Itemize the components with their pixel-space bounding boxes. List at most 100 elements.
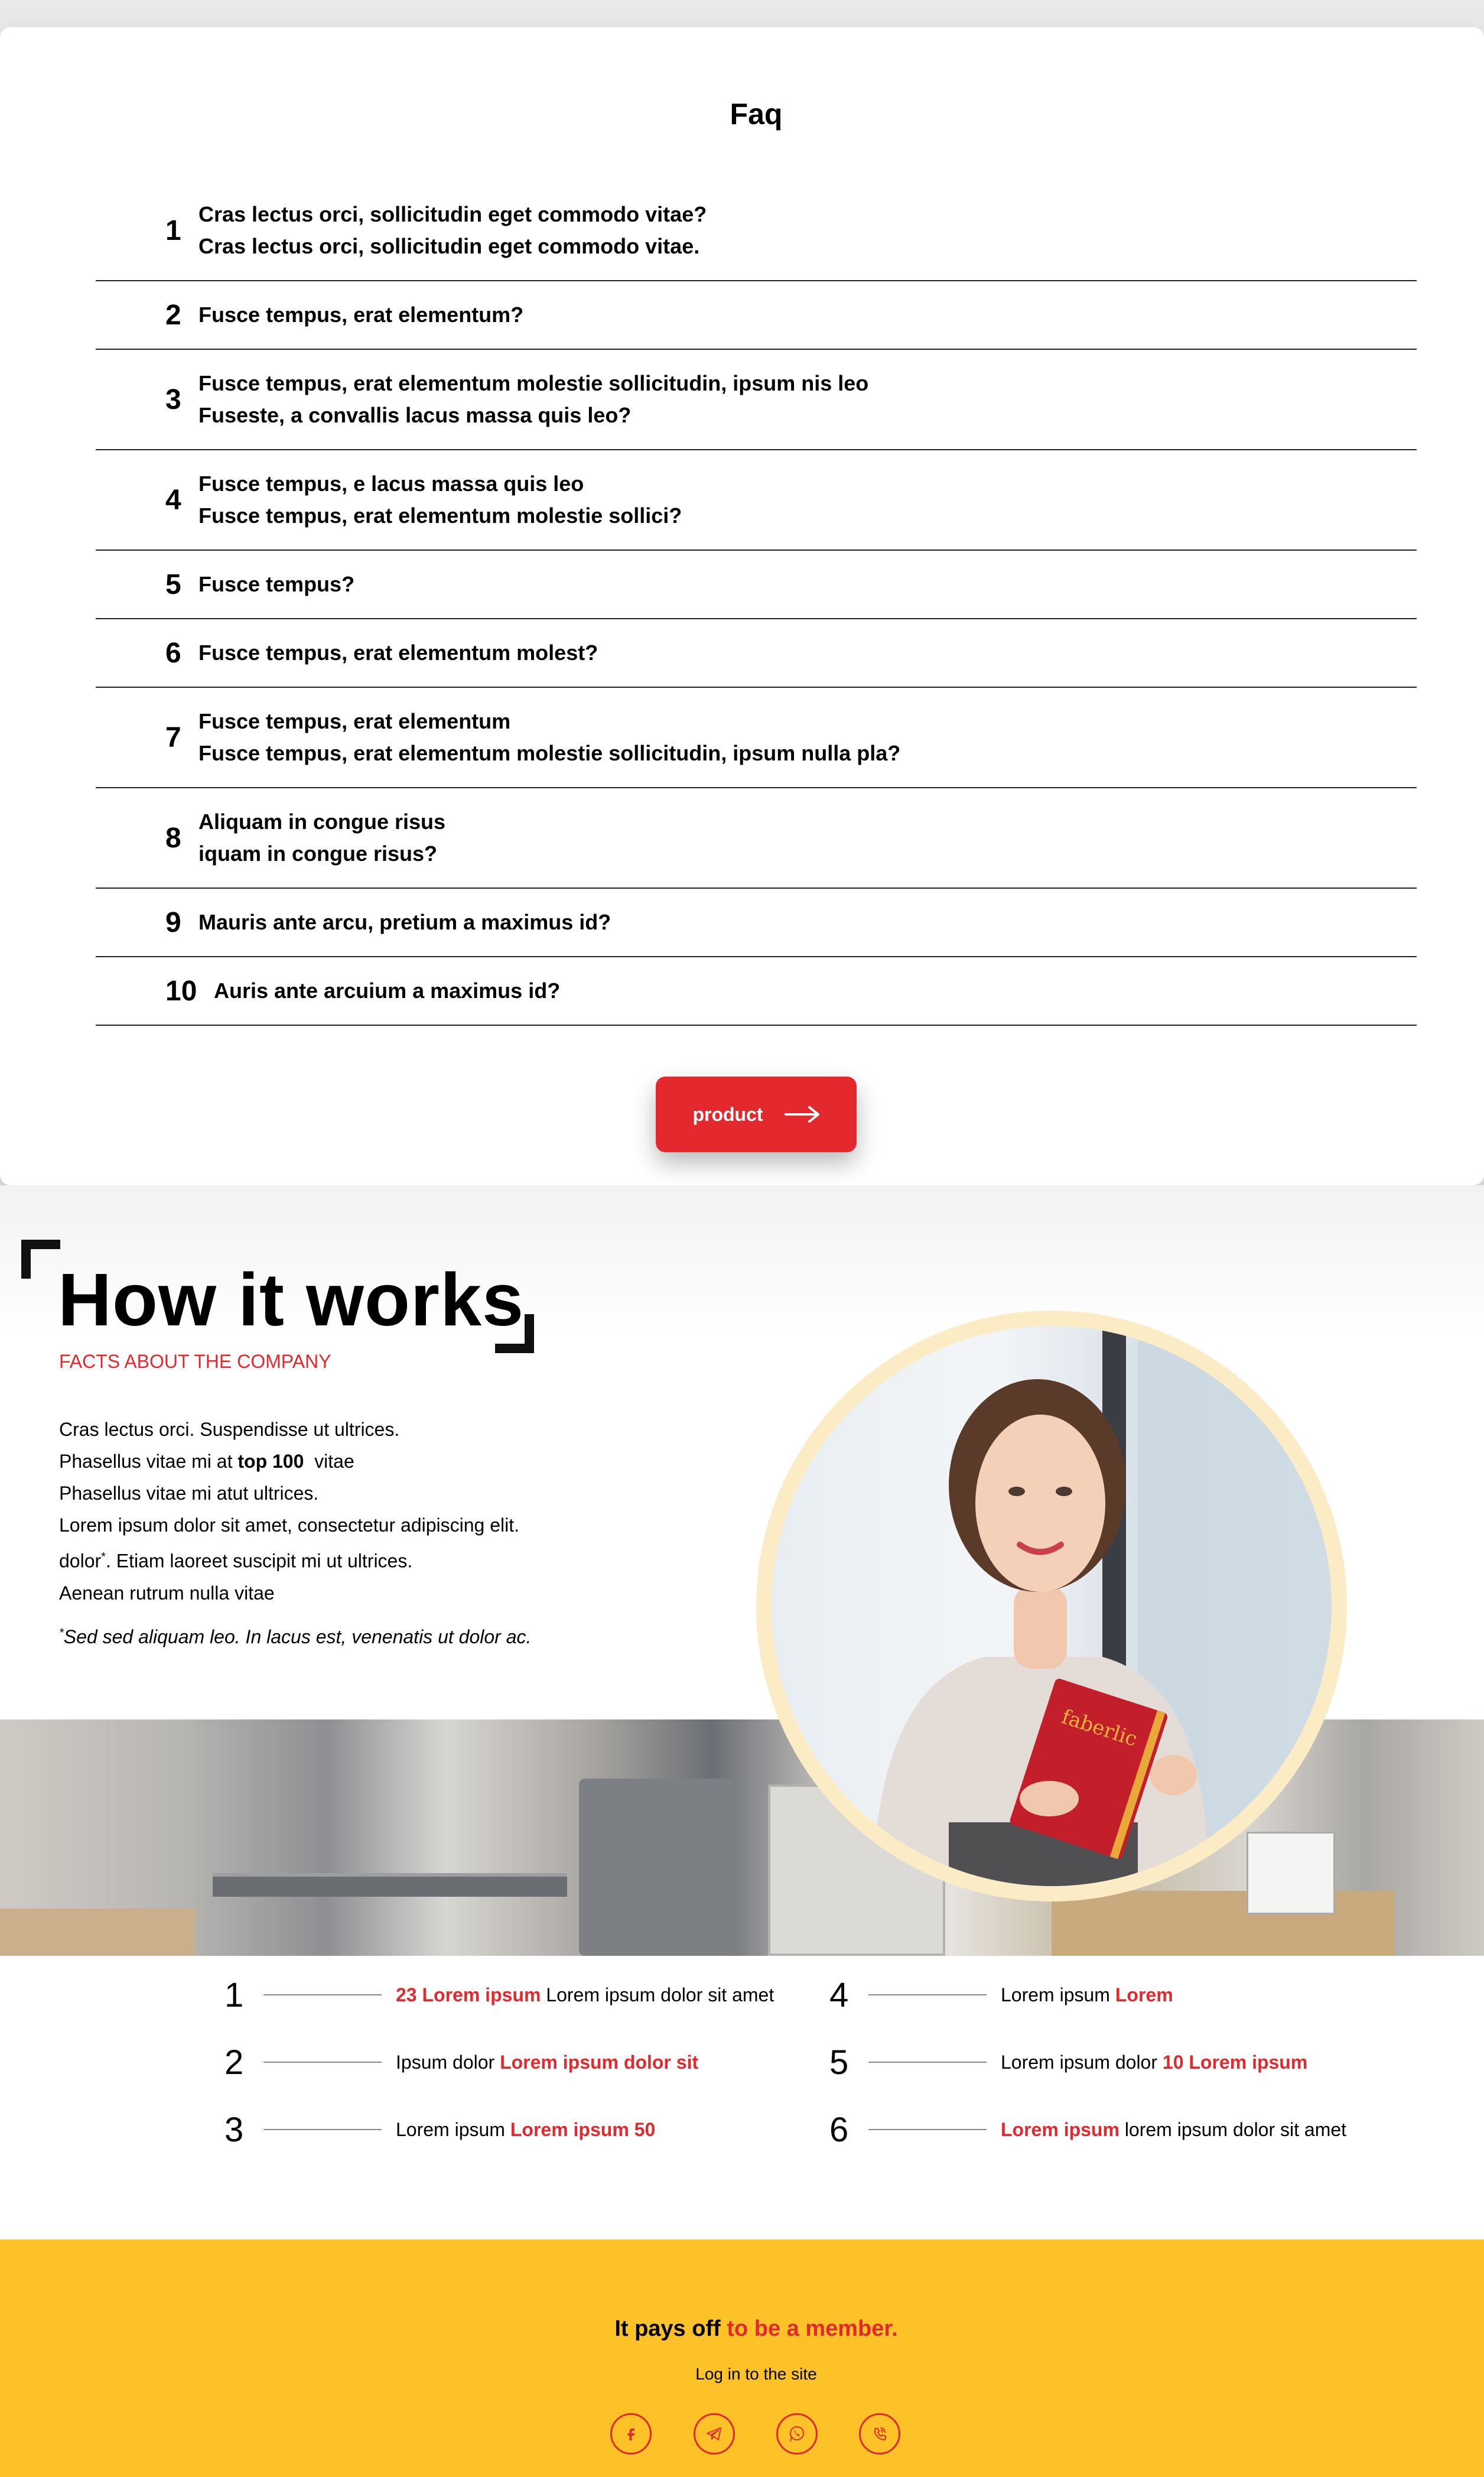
faq-question: Fusce tempus, erat elementum molestie so… — [198, 368, 868, 431]
fact-number: 5 — [829, 2043, 849, 2082]
faq-item-9[interactable]: 9 Mauris ante arcu, pretium a maximus id… — [96, 889, 1417, 957]
product-button[interactable]: product — [656, 1077, 857, 1152]
telegram-icon[interactable] — [694, 2413, 735, 2455]
factory-conveyor — [213, 1873, 567, 1897]
faq-question-line: Fusce tempus, erat elementum — [198, 709, 511, 733]
how-it-works-section: How it works FACTS ABOUT THE COMPANY Cra… — [0, 1185, 1484, 1956]
fact-plain: Ipsum dolor — [396, 2051, 500, 2073]
faq-question-line: Fusce tempus, e lacus massa quis leo — [198, 472, 584, 496]
faq-question-line: Fusce tempus, erat elementum molest? — [198, 641, 598, 665]
fact-number: 3 — [224, 2110, 244, 2149]
faq-question: Aliquam in congue risus iquam in congue … — [198, 806, 445, 870]
fact-highlight: 23 Lorem ipsum — [396, 1984, 541, 2005]
faq-question-line: Fusce tempus, erat elementum molestie so… — [198, 371, 869, 395]
login-link[interactable]: Log in to the site — [0, 2365, 1484, 2384]
bracket-bottom-right-decor — [495, 1314, 534, 1353]
fact-number: 1 — [224, 1975, 244, 2014]
fact-number: 4 — [829, 1975, 849, 2014]
faq-question: Fusce tempus, erat elementum? — [198, 299, 523, 331]
faq-question: Auris ante arcuium a maximus id? — [214, 975, 560, 1007]
viber-icon[interactable] — [859, 2413, 900, 2455]
fact-plain: Lorem ipsum — [396, 2118, 510, 2140]
body-text: dolor — [59, 1550, 102, 1572]
faq-question-line: Auris ante arcuium a maximus id? — [214, 979, 561, 1003]
facebook-icon[interactable] — [610, 2413, 652, 2455]
faq-item-5[interactable]: 5 Fusce tempus? — [96, 551, 1417, 619]
footnote: *Sed sed aliquam leo. In lacus est, vene… — [59, 1626, 531, 1648]
faq-item-3[interactable]: 3 Fusce tempus, erat elementum molestie … — [96, 350, 1417, 450]
faq-question-line: Fuseste, a convallis lacus massa quis le… — [198, 403, 632, 427]
body-line: Phasellus vitae mi atut ultrices. — [59, 1483, 319, 1504]
faq-item-7[interactable]: 7 Fusce tempus, erat elementum Fusce tem… — [96, 688, 1417, 788]
faq-item-2[interactable]: 2 Fusce tempus, erat elementum? — [96, 281, 1417, 350]
fact-highlight: Lorem ipsum dolor sit — [500, 2051, 699, 2073]
fact-plain: Lorem ipsum — [1001, 1984, 1115, 2005]
product-button-label: product — [692, 1103, 763, 1125]
fact-highlight: 10 Lorem ipsum — [1162, 2051, 1308, 2073]
body-line: Lorem ipsum dolor sit amet, consectetur … — [59, 1514, 520, 1536]
body-text: vitae — [304, 1451, 354, 1472]
how-it-works-title: How it works — [58, 1258, 525, 1341]
faq-title: Faq — [730, 97, 783, 131]
faq-question-line: iquam in congue risus? — [198, 841, 438, 866]
faq-item-1[interactable]: 1 Cras lectus orci, sollicitudin eget co… — [96, 181, 1417, 281]
fact-item-1: 1 23 Lorem ipsum Lorem ipsum dolor sit a… — [224, 1971, 774, 2018]
faq-card: Faq 1 Cras lectus orci, sollicitudin ege… — [0, 27, 1484, 1185]
factory-machine — [579, 1779, 733, 1956]
faq-item-10[interactable]: 10 Auris ante arcuium a maximus id? — [96, 957, 1417, 1026]
faq-question: Fusce tempus, erat elementum molest? — [198, 637, 598, 669]
faq-number: 8 — [165, 822, 181, 854]
body-text: . Etiam laoreet suscipit mi ut ultrices. — [105, 1550, 413, 1572]
fact-highlight: Lorem ipsum 50 — [510, 2118, 656, 2140]
footer-title-text: It pays off — [614, 2316, 727, 2341]
faq-item-4[interactable]: 4 Fusce tempus, e lacus massa quis leo F… — [96, 450, 1417, 551]
factory-box — [0, 1909, 195, 1956]
faq-item-8[interactable]: 8 Aliquam in congue risus iquam in congu… — [96, 788, 1417, 889]
fact-plain: lorem ipsum dolor sit amet — [1119, 2118, 1347, 2140]
fact-text: Lorem ipsum lorem ipsum dolor sit amet — [1001, 2119, 1346, 2141]
faq-question-line: Cras lectus orci, sollicitudin eget comm… — [198, 202, 707, 226]
faq-question: Cras lectus orci, sollicitudin eget comm… — [198, 199, 707, 262]
fact-item-4: 4 Lorem ipsum Lorem — [829, 1971, 1173, 2018]
body-line: dolor*. Etiam laoreet suscipit mi ut ult… — [59, 1541, 519, 1577]
fact-plain: Lorem ipsum dolor — [1001, 2051, 1163, 2073]
fact-divider-line — [868, 1994, 987, 1995]
fact-plain: Lorem ipsum dolor sit amet — [541, 1984, 774, 2005]
fact-number: 2 — [224, 2043, 244, 2082]
fact-highlight: Lorem — [1115, 1984, 1173, 2005]
faq-number: 6 — [165, 637, 181, 669]
faq-question: Fusce tempus, e lacus massa quis leo Fus… — [198, 468, 682, 532]
portrait-photo: faberlic — [772, 1326, 1332, 1886]
body-line: Phasellus vitae mi at top 100 vitae — [59, 1445, 519, 1477]
fact-divider-line — [868, 2129, 987, 2130]
fact-text: Lorem ipsum dolor 10 Lorem ipsum — [1001, 2052, 1307, 2073]
fact-text: Lorem ipsum Lorem ipsum 50 — [396, 2119, 655, 2141]
faq-question-line: Fusce tempus, erat elementum molestie so… — [198, 741, 901, 765]
faq-question-line: Aliquam in congue risus — [198, 810, 446, 834]
faq-question: Mauris ante arcu, pretium a maximus id? — [198, 906, 611, 938]
facts-list: 1 23 Lorem ipsum Lorem ipsum dolor sit a… — [0, 1956, 1484, 2239]
faq-question-line: Fusce tempus, erat elementum? — [198, 303, 524, 327]
fact-highlight: Lorem ipsum — [1001, 2118, 1119, 2140]
factory-boxes — [1052, 1891, 1394, 1956]
faq-number: 3 — [165, 383, 181, 415]
faq-question-line: Fusce tempus, erat elementum molestie so… — [198, 503, 682, 528]
faq-number: 10 — [165, 975, 197, 1007]
faq-number: 1 — [165, 214, 181, 246]
faq-number: 2 — [165, 299, 181, 331]
body-line: Cras lectus orci. Suspendisse ut ultrice… — [59, 1419, 400, 1440]
body-line: Aenean rutrum nulla vitae — [59, 1582, 275, 1604]
footnote-mark: * — [101, 1550, 106, 1563]
body-text: Phasellus vitae mi at — [59, 1451, 238, 1472]
faq-number: 4 — [165, 484, 181, 516]
whatsapp-icon[interactable] — [776, 2413, 818, 2455]
facts-subtitle: FACTS ABOUT THE COMPANY — [59, 1351, 331, 1372]
fact-item-3: 3 Lorem ipsum Lorem ipsum 50 — [224, 2106, 655, 2153]
bracket-top-left-decor — [21, 1240, 60, 1279]
how-it-works-body: Cras lectus orci. Suspendisse ut ultrice… — [59, 1413, 519, 1609]
fact-text: Ipsum dolor Lorem ipsum dolor sit — [396, 2052, 698, 2073]
faq-question-line: Fusce tempus? — [198, 572, 355, 596]
faq-item-6[interactable]: 6 Fusce tempus, erat elementum molest? — [96, 619, 1417, 688]
faq-question-line: Mauris ante arcu, pretium a maximus id? — [198, 910, 611, 934]
footer-title-highlight: to be a member. — [727, 2316, 898, 2341]
